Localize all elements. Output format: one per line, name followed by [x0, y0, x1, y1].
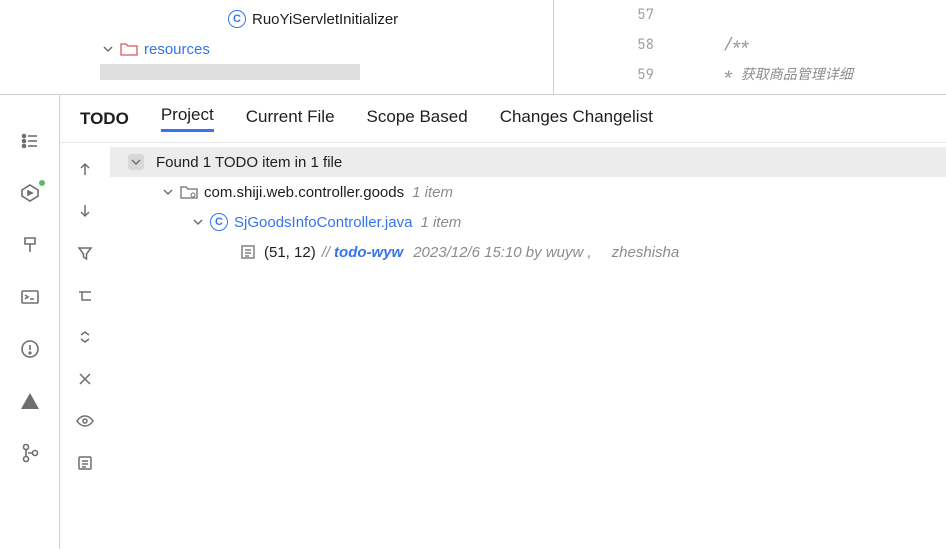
problems-icon[interactable] — [16, 335, 44, 363]
class-icon: C — [210, 213, 228, 231]
structure-icon[interactable] — [16, 127, 44, 155]
todo-package-row[interactable]: com.shiji.web.controller.goods 1 item — [110, 177, 946, 207]
todo-tree: Found 1 TODO item in 1 file com.shiji.we… — [110, 143, 946, 549]
settings-icon[interactable] — [73, 451, 97, 475]
tab-project[interactable]: Project — [161, 105, 214, 132]
preview-icon[interactable] — [73, 409, 97, 433]
editor-pane: 57 58 59 /** * 获取商品管理详细 — [553, 0, 946, 94]
file-name: SjGoodsInfoController.java — [234, 214, 412, 231]
editor-gutter: 57 58 59 — [554, 0, 674, 94]
left-tool-bar — [0, 95, 60, 549]
package-name: com.shiji.web.controller.goods — [204, 184, 404, 201]
package-icon — [180, 184, 198, 200]
chevron-down-icon[interactable] — [100, 41, 116, 57]
file-count: 1 item — [420, 214, 461, 231]
resources-label: resources — [144, 41, 210, 58]
todo-summary-row[interactable]: Found 1 TODO item in 1 file — [110, 147, 946, 177]
location: (51, 12) — [264, 244, 316, 261]
chevron-down-icon[interactable] — [190, 214, 206, 230]
filter-icon[interactable] — [73, 241, 97, 265]
chevron-down-icon[interactable] — [128, 154, 144, 170]
text-icon — [240, 244, 256, 260]
folder-icon — [120, 41, 138, 57]
line-number: 58 — [554, 30, 654, 60]
line-number: 57 — [554, 0, 654, 30]
todo-file-row[interactable]: C SjGoodsInfoController.java 1 item — [110, 207, 946, 237]
package-count: 1 item — [412, 184, 453, 201]
vcs-icon[interactable] — [16, 439, 44, 467]
warnings-icon[interactable] — [16, 387, 44, 415]
tree-resources-row[interactable]: resources — [0, 34, 553, 64]
arrow-up-icon[interactable] — [73, 157, 97, 181]
tab-changes[interactable]: Changes Changelist — [500, 107, 653, 131]
build-icon[interactable] — [16, 231, 44, 259]
class-name: RuoYiServletInitializer — [252, 11, 398, 28]
close-icon[interactable] — [73, 367, 97, 391]
class-icon: C — [228, 10, 246, 28]
todo-tag: todo-wyw — [334, 244, 403, 261]
todo-item-row[interactable]: (51, 12) // todo-wyw 2023/12/6 15:10 by … — [110, 237, 946, 267]
panel-tabs: TODO Project Current File Scope Based Ch… — [60, 95, 946, 143]
code-line: /** — [674, 30, 946, 60]
todo-panel: TODO Project Current File Scope Based Ch… — [60, 95, 946, 549]
services-icon[interactable] — [16, 179, 44, 207]
line-number: 59 — [554, 60, 654, 90]
terminal-icon[interactable] — [16, 283, 44, 311]
todo-extra: zheshisha — [612, 244, 680, 261]
code-area[interactable]: /** * 获取商品管理详细 — [674, 0, 946, 94]
chevron-down-icon[interactable] — [160, 184, 176, 200]
expand-all-icon[interactable] — [73, 283, 97, 307]
comment-slashes: // — [322, 244, 330, 261]
summary-text: Found 1 TODO item in 1 file — [156, 154, 342, 171]
tree-class-row[interactable]: C RuoYiServletInitializer — [0, 4, 553, 34]
todo-meta: 2023/12/6 15:10 by wuyw , — [413, 244, 591, 261]
arrow-down-icon[interactable] — [73, 199, 97, 223]
tab-scope-based[interactable]: Scope Based — [367, 107, 468, 131]
tab-current-file[interactable]: Current File — [246, 107, 335, 131]
panel-title: TODO — [80, 109, 129, 129]
tree-selected-row[interactable] — [100, 64, 360, 80]
project-tree: C RuoYiServletInitializer resources — [0, 0, 553, 94]
status-dot — [38, 179, 46, 187]
collapse-icon[interactable] — [73, 325, 97, 349]
panel-toolbar — [60, 143, 110, 549]
code-line: * 获取商品管理详细 — [674, 60, 946, 90]
